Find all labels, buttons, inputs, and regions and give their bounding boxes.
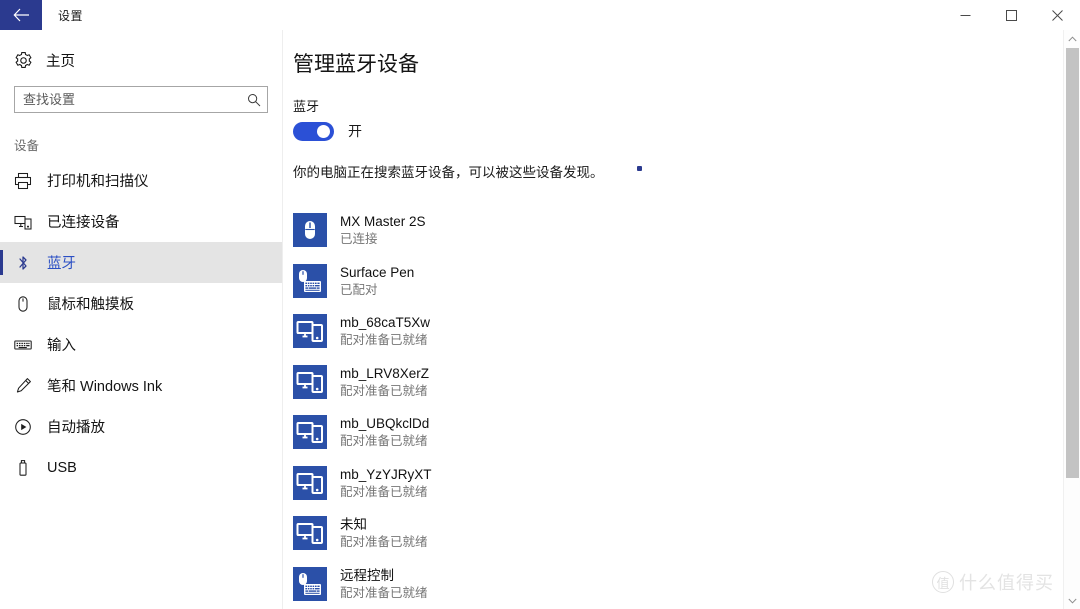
search-input[interactable] (15, 87, 267, 112)
device-status: 已连接 (340, 232, 378, 247)
bluetooth-icon (14, 254, 40, 272)
device-text: 远程控制 配对准备已就绪 (340, 567, 428, 601)
sidebar-item-usb[interactable]: USB (0, 447, 282, 488)
sidebar-item-label: 自动播放 (47, 420, 105, 436)
device-status: 配对准备已就绪 (340, 484, 428, 499)
sidebar-item-mouse-touchpad[interactable]: 鼠标和触摸板 (0, 283, 282, 324)
device-list-item[interactable]: 未知 配对准备已就绪 (291, 508, 711, 559)
device-text: 未知 配对准备已就绪 (340, 516, 428, 550)
toggle-knob (317, 124, 330, 138)
device-name: mb_LRV8XerZ (340, 365, 430, 381)
bluetooth-toggle-switch[interactable] (293, 121, 334, 141)
device-name: MX Master 2S (340, 214, 426, 230)
sidebar-item-label: 蓝牙 (47, 256, 76, 272)
device-name: mb_YzYJRyXT (340, 466, 432, 482)
sidebar-item-home[interactable]: 主页 (0, 40, 282, 80)
sidebar: 主页 设备 (0, 30, 283, 609)
sidebar-item-label: 打印机和扫描仪 (47, 174, 149, 190)
sidebar-section-label: 设备 (14, 139, 40, 153)
minimize-button[interactable] (942, 0, 988, 30)
back-arrow-icon (12, 8, 30, 22)
autoplay-icon (14, 418, 40, 436)
device-list-item[interactable]: mb_UBQkclDd 配对准备已就绪 (291, 407, 711, 458)
device-status: 已配对 (340, 282, 378, 297)
device-list-item[interactable]: mb_LRV8XerZ 配对准备已就绪 (291, 357, 711, 408)
device-name: Surface Pen (340, 264, 415, 280)
search-box[interactable] (14, 86, 268, 113)
page-title: 管理蓝牙设备 (293, 53, 419, 76)
monitor-phone-device-icon (293, 415, 327, 450)
device-text: MX Master 2S 已连接 (340, 213, 426, 247)
device-text: mb_UBQkclDd 配对准备已就绪 (340, 415, 429, 449)
close-button[interactable] (1034, 0, 1080, 30)
window-controls (942, 0, 1080, 30)
scroll-down-arrow-icon[interactable] (1064, 592, 1080, 609)
settings-window: 设置 主页 查找设置 设备 打印机和扫描仪 已连接设备 蓝牙 鼠标和触摸板 输入… (0, 0, 1080, 609)
monitor-phone-device-icon (293, 314, 327, 349)
sidebar-item-label: 输入 (47, 338, 76, 354)
device-name: 未知 (340, 517, 367, 533)
main-content: 管理蓝牙设备 蓝牙 开 你的电脑正在搜索蓝牙设备，可以被这些设备发现。 MX M… (283, 30, 1080, 609)
device-name: mb_UBQkclDd (340, 416, 430, 432)
device-status: 配对准备已就绪 (340, 585, 428, 600)
mouse-keyboard-device-icon (293, 566, 327, 601)
sidebar-item-autoplay[interactable]: 自动播放 (0, 406, 282, 447)
device-status: 配对准备已就绪 (340, 535, 428, 550)
maximize-button[interactable] (988, 0, 1034, 30)
sidebar-item-pen-windows-ink[interactable]: 笔和 Windows Ink (0, 365, 282, 406)
vertical-scrollbar[interactable] (1063, 30, 1080, 609)
mouse-device-icon (293, 213, 327, 248)
device-text: mb_LRV8XerZ 配对准备已就绪 (340, 365, 429, 399)
device-list-item[interactable]: MX Master 2S 已连接 (291, 205, 711, 256)
bluetooth-toggle-label: 蓝牙 (293, 99, 320, 114)
device-name: 远程控制 (340, 567, 394, 583)
usb-icon (14, 459, 40, 477)
gear-icon (14, 51, 40, 70)
sidebar-item-label: 已连接设备 (47, 215, 120, 231)
sidebar-item-label: 笔和 Windows Ink (47, 379, 163, 395)
sidebar-item-label: USB (47, 459, 77, 476)
bluetooth-toggle-row: 开 (283, 115, 1080, 141)
device-list-item[interactable]: mb_YzYJRyXT 配对准备已就绪 (291, 458, 711, 509)
mouse-keyboard-device-icon (293, 263, 327, 298)
bluetooth-device-list: MX Master 2S 已连接 Surface Pen 已配对 mb_68ca… (283, 181, 1080, 609)
back-button[interactable] (0, 0, 42, 30)
device-text: mb_YzYJRyXT 配对准备已就绪 (340, 466, 432, 500)
sidebar-item-bluetooth[interactable]: 蓝牙 (0, 242, 282, 283)
device-status: 配对准备已就绪 (340, 383, 428, 398)
scroll-up-arrow-icon[interactable] (1064, 30, 1080, 47)
monitor-phone-device-icon (293, 516, 327, 551)
monitor-phone-device-icon (293, 364, 327, 399)
searching-dot-icon (637, 166, 642, 171)
mouse-icon (14, 295, 40, 313)
discovery-description: 你的电脑正在搜索蓝牙设备，可以被这些设备发现。 (293, 165, 604, 180)
device-name: mb_68caT5Xw (340, 315, 431, 331)
device-text: Surface Pen 已配对 (340, 264, 414, 298)
sidebar-item-printers[interactable]: 打印机和扫描仪 (0, 160, 282, 201)
device-text: mb_68caT5Xw 配对准备已就绪 (340, 314, 430, 348)
pen-icon (14, 377, 40, 395)
printer-icon (14, 172, 40, 190)
sidebar-item-typing[interactable]: 输入 (0, 324, 282, 365)
monitor-phone-device-icon (293, 465, 327, 500)
device-list-item[interactable]: mb_68caT5Xw 配对准备已就绪 (291, 306, 711, 357)
search-container (0, 80, 282, 113)
titlebar-spacer (83, 0, 942, 30)
sidebar-item-connected-devices[interactable]: 已连接设备 (0, 201, 282, 242)
device-list-item[interactable]: 远程控制 配对准备已就绪 (291, 559, 711, 609)
bluetooth-toggle-state: 开 (348, 123, 362, 139)
sidebar-item-label: 鼠标和触摸板 (47, 297, 134, 313)
device-list-item[interactable]: Surface Pen 已配对 (291, 256, 711, 307)
device-status: 配对准备已就绪 (340, 333, 428, 348)
connected-devices-icon (14, 213, 40, 231)
scrollbar-thumb[interactable] (1066, 48, 1079, 478)
search-icon[interactable] (247, 93, 261, 107)
sidebar-nav-list: 打印机和扫描仪 已连接设备 蓝牙 鼠标和触摸板 输入 笔和 Windows In… (0, 160, 282, 488)
device-status: 配对准备已就绪 (340, 434, 428, 449)
keyboard-icon (14, 336, 40, 354)
app-title: 设置 (58, 8, 84, 23)
sidebar-home-label: 主页 (46, 53, 75, 70)
title-bar: 设置 (0, 0, 1080, 30)
